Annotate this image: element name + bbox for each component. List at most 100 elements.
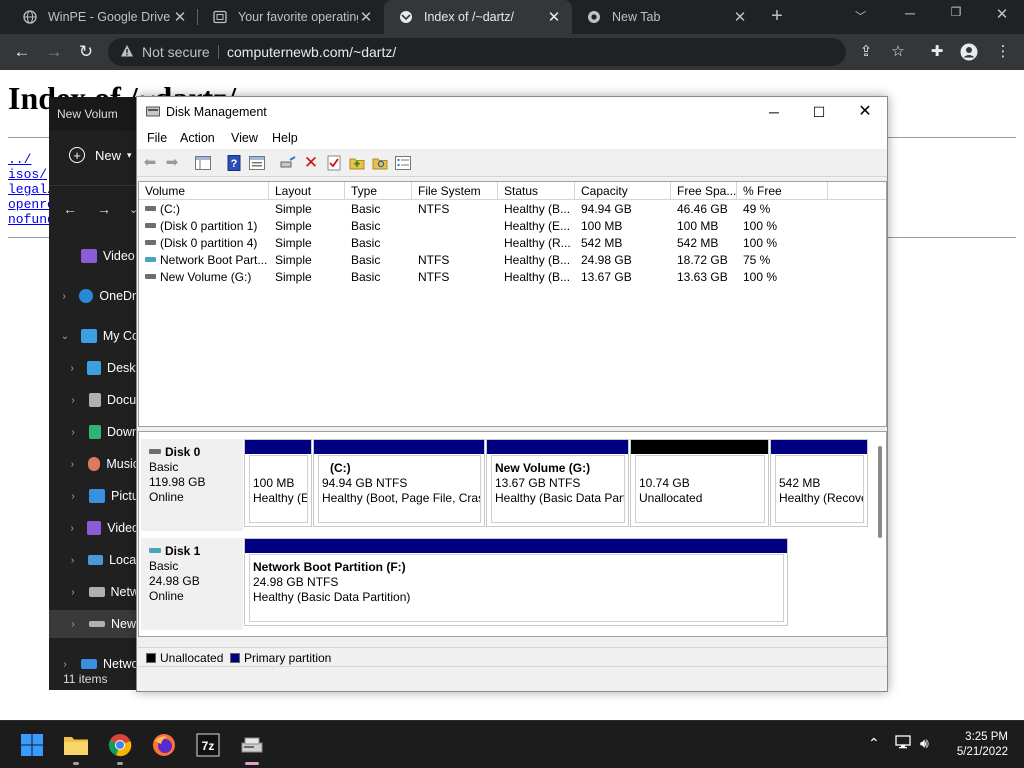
tab-close-icon[interactable]: ✕ [732, 8, 748, 26]
partition-disk0-efi[interactable]: 100 MB Healthy (E [244, 439, 312, 527]
start-icon[interactable] [16, 729, 48, 761]
disk-management-icon[interactable] [236, 729, 268, 765]
volume-icon[interactable]: 🔊︎ [920, 735, 929, 752]
help-icon[interactable]: ? [226, 155, 242, 171]
nav-item-downloads[interactable]: › Down [49, 418, 139, 446]
menu-icon[interactable]: ⋮ [994, 43, 1012, 61]
col-header-free-space[interactable]: Free Spa... [671, 182, 737, 200]
extensions-icon[interactable]: ✚ [928, 43, 946, 61]
folder-up-icon[interactable] [349, 155, 365, 171]
dir-link[interactable]: openrc [8, 197, 55, 212]
minimize-icon[interactable]: ─ [898, 5, 922, 21]
back-icon[interactable]: ← [63, 201, 77, 217]
firefox-icon[interactable] [148, 729, 180, 761]
nav-item-new-volume[interactable]: › New [49, 610, 139, 638]
tab-close-icon[interactable]: ✕ [358, 8, 374, 26]
chevron-right-icon[interactable]: › [67, 619, 79, 630]
dir-link[interactable]: legal/ [8, 182, 55, 197]
nav-item-videos[interactable]: Video [49, 242, 139, 270]
tab-close-icon[interactable]: ✕ [546, 8, 562, 26]
address-bar[interactable]: Not secure computernewb.com/~dartz/ [108, 38, 846, 66]
chevron-right-icon[interactable]: › [67, 427, 79, 438]
reload-icon[interactable]: ↻ [75, 41, 97, 63]
tab-close-icon[interactable]: ✕ [172, 8, 188, 26]
tab-search-icon[interactable]: ﹀ [855, 8, 866, 24]
partition-disk1-f[interactable]: Network Boot Partition (F:) 24.98 GB NTF… [244, 538, 788, 626]
new-tab-button[interactable]: + [767, 6, 787, 26]
browser-tab-newtab[interactable]: New Tab ✕ [572, 0, 758, 34]
chevron-right-icon[interactable]: › [67, 587, 79, 598]
menu-help[interactable]: Help [272, 131, 298, 145]
back-icon[interactable]: ⬅ [142, 155, 158, 171]
col-header-layout[interactable]: Layout [269, 182, 345, 200]
col-header-percent-free[interactable]: % Free [737, 182, 828, 200]
menu-view[interactable]: View [231, 131, 258, 145]
forward-icon[interactable]: ➡ [164, 155, 180, 171]
forward-icon[interactable]: → [97, 201, 111, 217]
console-tree-icon[interactable] [195, 155, 211, 171]
table-row[interactable]: New Volume (G:) Simple Basic NTFS Health… [139, 269, 886, 286]
col-header-type[interactable]: Type [345, 182, 412, 200]
close-icon[interactable]: ✕ [850, 101, 880, 123]
chevron-right-icon[interactable]: › [59, 291, 69, 302]
properties-view-icon[interactable] [249, 155, 265, 171]
restore-icon[interactable]: ❐ [944, 5, 968, 19]
chevron-right-icon[interactable]: › [67, 395, 79, 406]
browser-tab-drive[interactable]: WinPE - Google Drive ✕ [8, 0, 198, 34]
table-row[interactable]: (Disk 0 partition 4) Simple Basic Health… [139, 235, 886, 252]
7zip-icon[interactable]: 7z [192, 729, 224, 761]
minimize-icon[interactable]: ─ [759, 101, 789, 123]
chevron-right-icon[interactable]: › [67, 491, 79, 502]
chevron-right-icon[interactable]: › [67, 459, 78, 470]
table-row[interactable]: (Disk 0 partition 1) Simple Basic Health… [139, 218, 886, 235]
url-text[interactable]: computernewb.com/~dartz/ [227, 44, 396, 60]
menu-action[interactable]: Action [180, 131, 215, 145]
dir-link[interactable]: nofund [8, 212, 55, 227]
share-icon[interactable]: ⇪ [857, 43, 875, 61]
chevron-right-icon[interactable]: › [59, 659, 71, 670]
list-view-icon[interactable] [395, 155, 411, 171]
check-properties-icon[interactable] [326, 155, 342, 171]
back-icon[interactable]: ← [11, 41, 33, 63]
nav-item-desktop[interactable]: › Deskt [49, 354, 139, 382]
nav-item-local-disk[interactable]: › Local [49, 546, 139, 574]
forward-icon[interactable]: → [43, 41, 65, 63]
chevron-right-icon[interactable]: › [67, 363, 77, 374]
partition-disk0-c[interactable]: (C:) 94.94 GB NTFS Healthy (Boot, Page F… [313, 439, 485, 527]
partition-disk0-g[interactable]: New Volume (G:) 13.67 GB NTFS Healthy (B… [486, 439, 629, 527]
disk-0-label[interactable]: Disk 0 Basic 119.98 GB Online [141, 439, 243, 531]
security-status[interactable]: Not secure [142, 44, 210, 60]
explorer-new-button[interactable]: + New ▾ [69, 147, 132, 163]
file-explorer-icon[interactable] [60, 729, 92, 765]
nav-item-videos-2[interactable]: › Video [49, 514, 139, 542]
dir-link[interactable]: isos/ [8, 167, 55, 182]
col-header-filesystem[interactable]: File System [412, 182, 498, 200]
col-header-status[interactable]: Status [498, 182, 575, 200]
chrome-icon[interactable] [104, 729, 136, 765]
network-icon[interactable] [895, 735, 911, 752]
connect-disk-icon[interactable] [280, 155, 296, 171]
bookmark-star-icon[interactable]: ☆ [889, 43, 907, 61]
folder-search-icon[interactable] [372, 155, 388, 171]
disk-view-scrollbar[interactable] [878, 446, 882, 538]
col-header-capacity[interactable]: Capacity [575, 182, 671, 200]
system-clock[interactable]: 3:25 PM 5/21/2022 [938, 730, 1008, 760]
partition-disk0-recovery[interactable]: 542 MB Healthy (Recove [770, 439, 868, 527]
nav-item-onedrive[interactable]: › OneDri [49, 282, 139, 310]
chevron-up-icon[interactable]: ⌃ [868, 735, 880, 752]
browser-tab-os[interactable]: Your favorite operating ✕ [198, 0, 384, 34]
profile-icon[interactable] [960, 43, 978, 61]
menu-file[interactable]: File [147, 131, 167, 145]
chevron-right-icon[interactable]: › [67, 523, 77, 534]
table-row[interactable]: (C:) Simple Basic NTFS Healthy (B... 94.… [139, 201, 886, 218]
chevron-down-icon[interactable]: ⌄ [59, 331, 71, 342]
partition-disk0-unallocated[interactable]: 10.74 GB Unallocated [630, 439, 769, 527]
nav-item-pictures[interactable]: › Pictu [49, 482, 139, 510]
disk-1-label[interactable]: Disk 1 Basic 24.98 GB Online [141, 538, 243, 630]
nav-item-my-computer[interactable]: ⌄ My Co [49, 322, 139, 350]
dm-title-bar[interactable]: Disk Management ─ ☐ ✕ [137, 97, 887, 127]
chevron-right-icon[interactable]: › [67, 555, 78, 566]
nav-item-network-drive[interactable]: › Netw [49, 578, 139, 606]
table-row[interactable]: Network Boot Part... Simple Basic NTFS H… [139, 252, 886, 269]
close-icon[interactable]: ✕ [990, 5, 1014, 23]
